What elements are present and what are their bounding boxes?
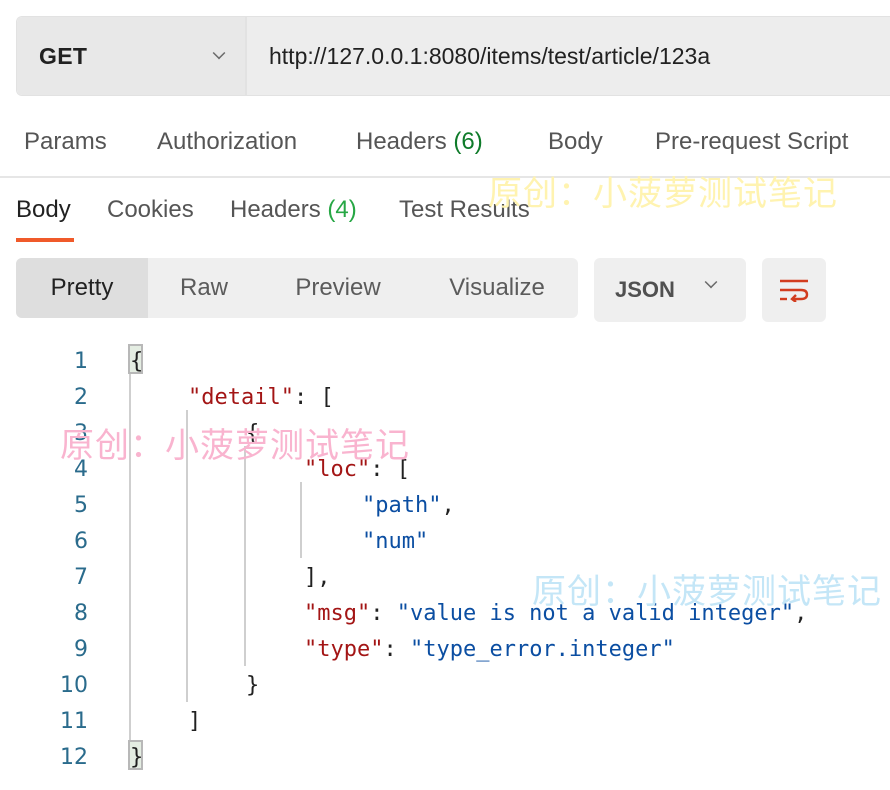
code-text: } bbox=[130, 740, 143, 776]
line-number: 3 bbox=[74, 421, 88, 446]
json-punctuation: { bbox=[246, 421, 260, 446]
tab-label: Authorization bbox=[157, 128, 298, 155]
line-number: 2 bbox=[74, 385, 88, 410]
format-select[interactable]: JSON bbox=[594, 258, 746, 322]
code-text: "msg": "value is not a valid integer", bbox=[304, 596, 807, 632]
view-mode-pretty[interactable]: Pretty bbox=[16, 258, 148, 318]
code-line: 11] bbox=[0, 704, 890, 740]
tab-authorization[interactable]: Authorization bbox=[157, 128, 297, 156]
json-punctuation: ], bbox=[304, 565, 331, 590]
code-text: "num" bbox=[362, 524, 428, 560]
tab-label: Params bbox=[24, 128, 107, 155]
code-line: 1{ bbox=[0, 344, 890, 380]
code-line: 5 "path", bbox=[0, 488, 890, 524]
line-number: 12 bbox=[60, 745, 88, 770]
code-text: { bbox=[130, 344, 143, 380]
response-tab-body[interactable]: Body bbox=[16, 196, 71, 224]
tab-pre-request-script[interactable]: Pre-request Script bbox=[655, 128, 848, 156]
json-key: "msg" bbox=[304, 601, 371, 626]
json-key: "loc" bbox=[304, 457, 371, 482]
json-string: "value is not a valid integer" bbox=[396, 601, 795, 626]
line-number: 7 bbox=[74, 565, 88, 590]
headers-count: (6) bbox=[453, 128, 483, 155]
code-line: 12} bbox=[0, 740, 890, 776]
tab-label: Pre-request Script bbox=[655, 128, 849, 155]
response-tab-cookies[interactable]: Cookies bbox=[107, 196, 194, 224]
json-punctuation: , bbox=[441, 493, 455, 518]
line-number: 1 bbox=[74, 349, 88, 374]
json-string: "path" bbox=[362, 493, 442, 518]
tab-label: Body bbox=[16, 196, 71, 223]
view-mode-preview[interactable]: Preview bbox=[260, 258, 416, 318]
code-line: 9 "type": "type_error.integer" bbox=[0, 632, 890, 668]
tab-headers[interactable]: Headers (6) bbox=[356, 128, 483, 156]
code-text: { bbox=[246, 416, 259, 452]
response-tab-test-results[interactable]: Test Results bbox=[399, 196, 530, 224]
chevron-down-icon bbox=[704, 275, 718, 289]
json-string: "type_error.integer" bbox=[409, 637, 675, 662]
response-tab-headers[interactable]: Headers (4) bbox=[230, 196, 357, 224]
json-string: "num" bbox=[362, 529, 429, 554]
json-key: "detail" bbox=[188, 385, 294, 410]
view-mode-raw[interactable]: Raw bbox=[148, 258, 260, 318]
tab-label: Headers bbox=[230, 196, 321, 223]
json-punctuation: { bbox=[130, 349, 144, 374]
tab-label: Headers bbox=[356, 128, 447, 155]
line-number: 6 bbox=[74, 529, 88, 554]
code-text: ], bbox=[304, 560, 331, 596]
code-line: 6 "num" bbox=[0, 524, 890, 560]
code-text: "detail": [ bbox=[188, 380, 334, 416]
code-line: 8 "msg": "value is not a valid integer", bbox=[0, 596, 890, 632]
view-mode-selector: Pretty Raw Preview Visualize bbox=[16, 258, 578, 318]
code-line: 2 "detail": [ bbox=[0, 380, 890, 416]
line-number: 8 bbox=[74, 601, 88, 626]
json-punctuation: : bbox=[383, 637, 410, 662]
json-key: "type" bbox=[304, 637, 384, 662]
response-headers-count: (4) bbox=[327, 196, 357, 223]
json-punctuation: , bbox=[794, 601, 808, 626]
line-number: 11 bbox=[60, 709, 88, 734]
request-tabs: Params Authorization Headers (6) Body Pr… bbox=[0, 120, 890, 178]
chevron-down-icon bbox=[212, 46, 226, 60]
view-mode-visualize[interactable]: Visualize bbox=[416, 258, 578, 318]
code-line: 7], bbox=[0, 560, 890, 596]
code-text: "type": "type_error.integer" bbox=[304, 632, 675, 668]
code-line: 3{ bbox=[0, 416, 890, 452]
json-punctuation: } bbox=[130, 745, 144, 770]
tab-params[interactable]: Params bbox=[24, 128, 107, 156]
method-select[interactable]: GET bbox=[17, 17, 247, 95]
code-text: ] bbox=[188, 704, 201, 740]
response-tabs: Body Cookies Headers (4) Test Results bbox=[0, 180, 890, 242]
line-number: 10 bbox=[60, 673, 88, 698]
tab-label: Body bbox=[548, 128, 603, 155]
code-line: 10} bbox=[0, 668, 890, 704]
format-label: JSON bbox=[615, 277, 675, 302]
active-tab-indicator bbox=[16, 238, 74, 242]
code-text: } bbox=[246, 668, 259, 704]
wrap-lines-icon bbox=[780, 279, 809, 302]
tab-label: Test Results bbox=[399, 196, 530, 223]
json-punctuation: ] bbox=[188, 709, 202, 734]
wrap-lines-button[interactable] bbox=[762, 258, 826, 322]
code-text: "loc": [ bbox=[304, 452, 410, 488]
code-text: "path", bbox=[362, 488, 455, 524]
json-punctuation: : [ bbox=[293, 385, 334, 410]
tab-label: Cookies bbox=[107, 196, 194, 223]
line-number: 5 bbox=[74, 493, 88, 518]
json-punctuation: : bbox=[370, 601, 397, 626]
line-number: 4 bbox=[74, 457, 88, 482]
response-body-code: 1{2 "detail": [3{4 "loc": [5 "path", 6 "num" 7… bbox=[0, 340, 890, 790]
url-input[interactable]: http://127.0.0.1:8080/items/test/article… bbox=[247, 17, 890, 95]
json-punctuation: } bbox=[246, 673, 260, 698]
method-label: GET bbox=[39, 42, 88, 69]
code-line: 4 "loc": [ bbox=[0, 452, 890, 488]
line-number: 9 bbox=[74, 637, 88, 662]
tab-body[interactable]: Body bbox=[548, 128, 603, 156]
request-url-bar: GET http://127.0.0.1:8080/items/test/art… bbox=[16, 16, 890, 96]
json-punctuation: : [ bbox=[370, 457, 410, 482]
